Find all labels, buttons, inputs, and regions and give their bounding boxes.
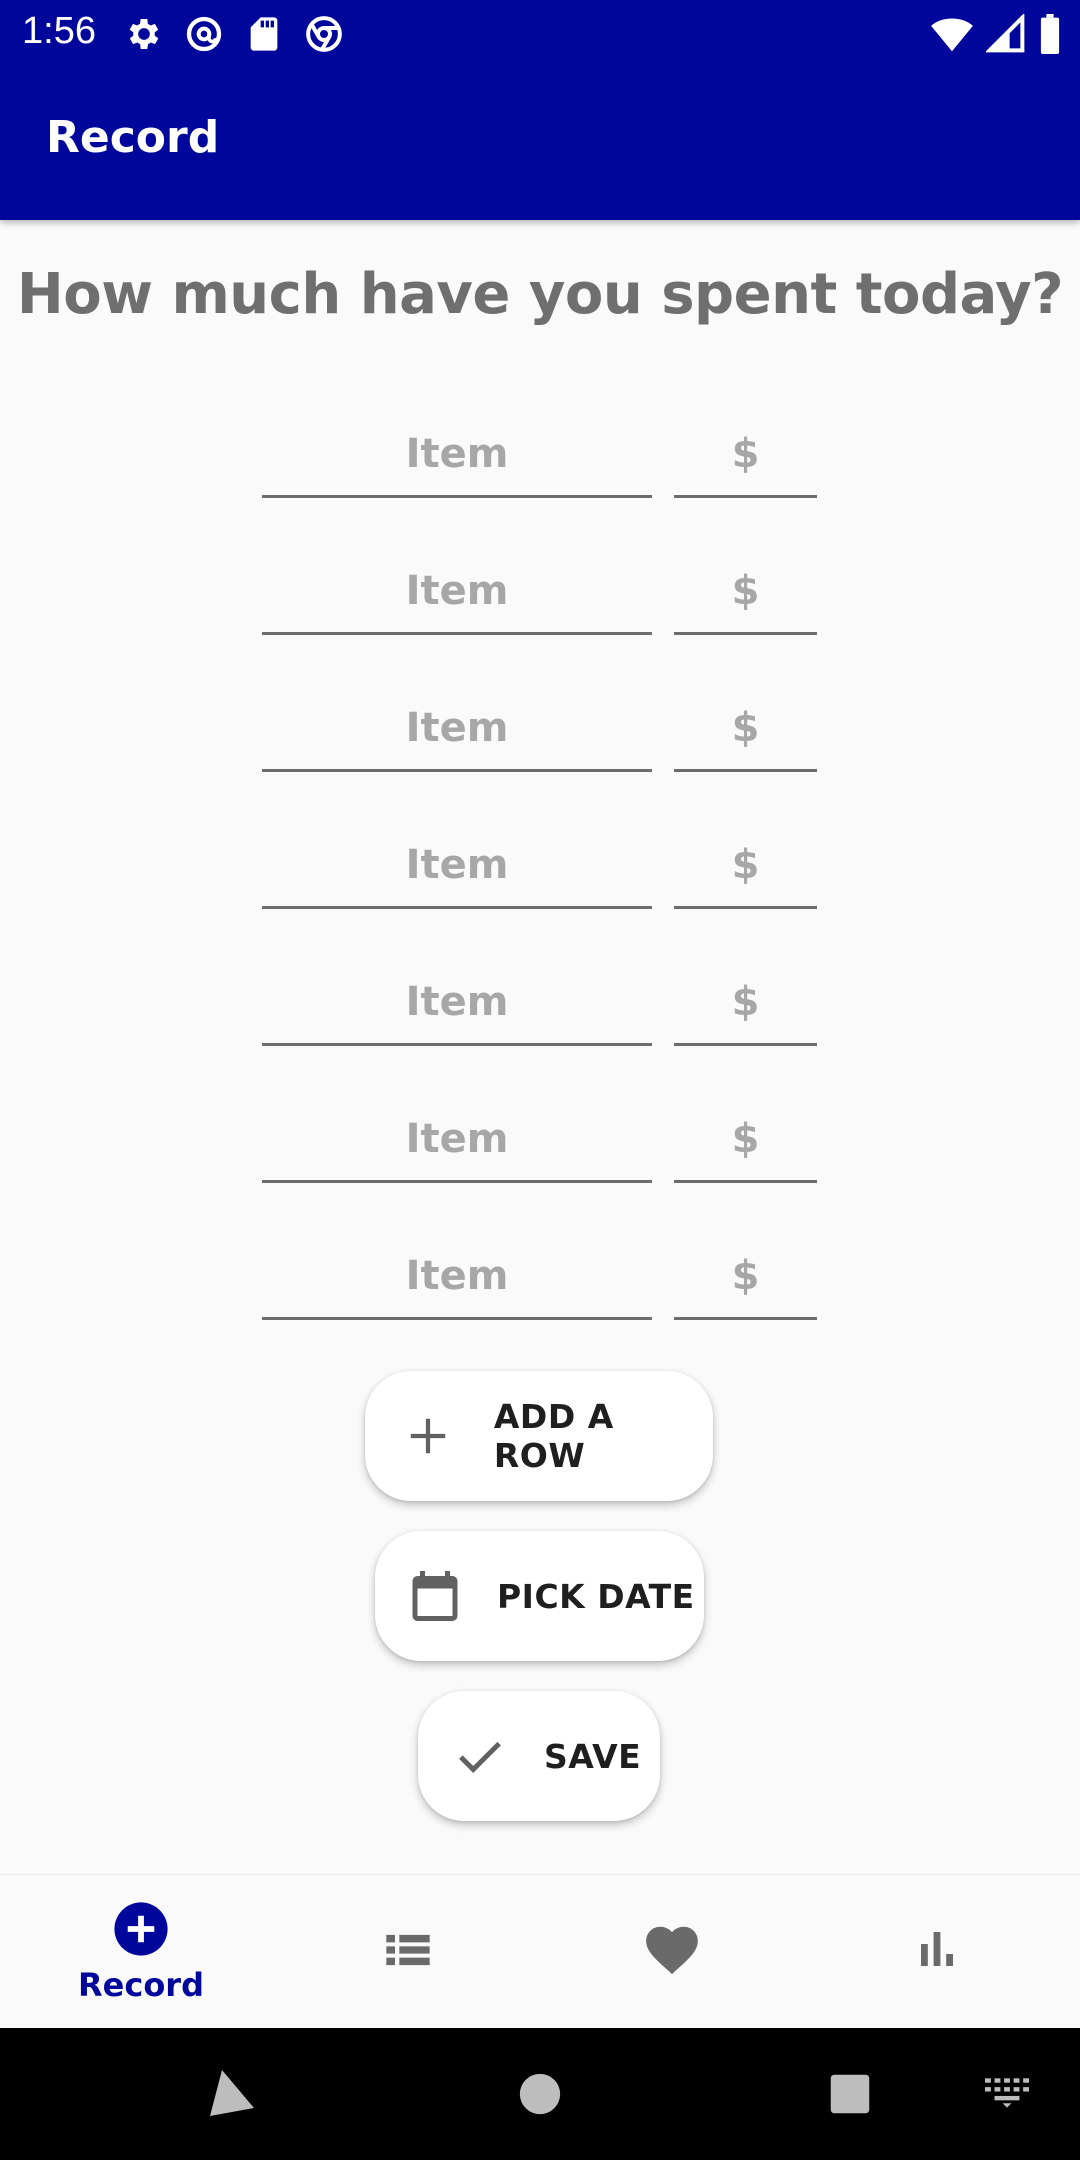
- item-input[interactable]: [262, 948, 652, 1043]
- item-input[interactable]: [262, 1222, 652, 1317]
- item-field-wrapper: [262, 400, 652, 498]
- plus-icon: [399, 1406, 458, 1466]
- amount-field-wrapper: [674, 537, 817, 635]
- amount-input[interactable]: [674, 400, 817, 495]
- amount-input[interactable]: [674, 537, 817, 632]
- sd-card-icon: [244, 14, 284, 54]
- page-title: Record: [46, 112, 220, 163]
- battery-icon: [1038, 14, 1062, 58]
- amount-field-wrapper: [674, 1222, 817, 1320]
- at-sign-icon: [184, 14, 224, 54]
- amount-input[interactable]: [674, 948, 817, 1043]
- save-label: SAVE: [544, 1736, 642, 1776]
- status-icons-right: [930, 12, 1062, 58]
- status-bar: 1:56: [0, 0, 1080, 66]
- amount-field-wrapper: [674, 674, 817, 772]
- pick-date-label: PICK DATE: [497, 1576, 695, 1616]
- amount-field-wrapper: [674, 1085, 817, 1183]
- calendar-icon: [405, 1566, 465, 1626]
- heart-icon: [641, 1919, 703, 1985]
- add-circle-icon: [112, 1900, 170, 1962]
- item-field-wrapper: [262, 674, 652, 772]
- item-field-wrapper: [262, 537, 652, 635]
- item-input[interactable]: [262, 537, 652, 632]
- app-bar: Record: [0, 66, 1080, 220]
- gear-icon: [124, 14, 164, 54]
- chrome-icon: [304, 14, 344, 54]
- keyboard-icon[interactable]: [985, 2078, 1029, 2112]
- expense-row: [262, 537, 822, 674]
- expense-row: [262, 1085, 822, 1222]
- amount-input[interactable]: [674, 674, 817, 769]
- amount-input[interactable]: [674, 1222, 817, 1317]
- bottom-navigation: Record: [0, 1874, 1080, 2028]
- wifi-icon: [930, 14, 974, 58]
- check-icon: [450, 1726, 510, 1786]
- item-field-wrapper: [262, 1085, 652, 1183]
- pick-date-button[interactable]: PICK DATE: [375, 1531, 704, 1661]
- add-row-button[interactable]: ADD A ROW: [365, 1371, 713, 1501]
- expense-row: [262, 400, 822, 537]
- expense-row: [262, 1222, 822, 1359]
- cell-signal-icon: [984, 12, 1026, 58]
- expense-row: [262, 674, 822, 811]
- amount-field-wrapper: [674, 811, 817, 909]
- save-button[interactable]: SAVE: [418, 1691, 660, 1821]
- system-navigation-bar: [0, 2028, 1080, 2160]
- amount-field-wrapper: [674, 400, 817, 498]
- nav-item-list[interactable]: [273, 1875, 543, 2029]
- add-row-label: ADD A ROW: [493, 1397, 614, 1475]
- item-input[interactable]: [262, 674, 652, 769]
- list-icon: [382, 1924, 434, 1980]
- amount-field-wrapper: [674, 948, 817, 1046]
- item-input[interactable]: [262, 400, 652, 495]
- expense-rows: [262, 400, 822, 1359]
- amount-input[interactable]: [674, 1085, 817, 1180]
- expense-row: [262, 811, 822, 948]
- nav-item-stats[interactable]: [802, 1875, 1072, 2029]
- home-circle-icon[interactable]: [518, 2072, 562, 2120]
- expense-row: [262, 948, 822, 1085]
- item-field-wrapper: [262, 1222, 652, 1320]
- item-field-wrapper: [262, 948, 652, 1046]
- item-input[interactable]: [262, 1085, 652, 1180]
- recents-square-icon[interactable]: [829, 2073, 871, 2119]
- item-input[interactable]: [262, 811, 652, 906]
- spending-question: How much have you spent today?: [16, 262, 1064, 327]
- nav-item-record[interactable]: Record: [6, 1875, 276, 2029]
- nav-label-record: Record: [78, 1966, 204, 2004]
- nav-item-favorites[interactable]: [537, 1875, 807, 2029]
- status-time: 1:56: [22, 10, 96, 52]
- back-triangle-icon[interactable]: [208, 2068, 256, 2122]
- bar-chart-icon: [913, 1926, 961, 1978]
- status-icons-left: [124, 14, 344, 54]
- amount-input[interactable]: [674, 811, 817, 906]
- item-field-wrapper: [262, 811, 652, 909]
